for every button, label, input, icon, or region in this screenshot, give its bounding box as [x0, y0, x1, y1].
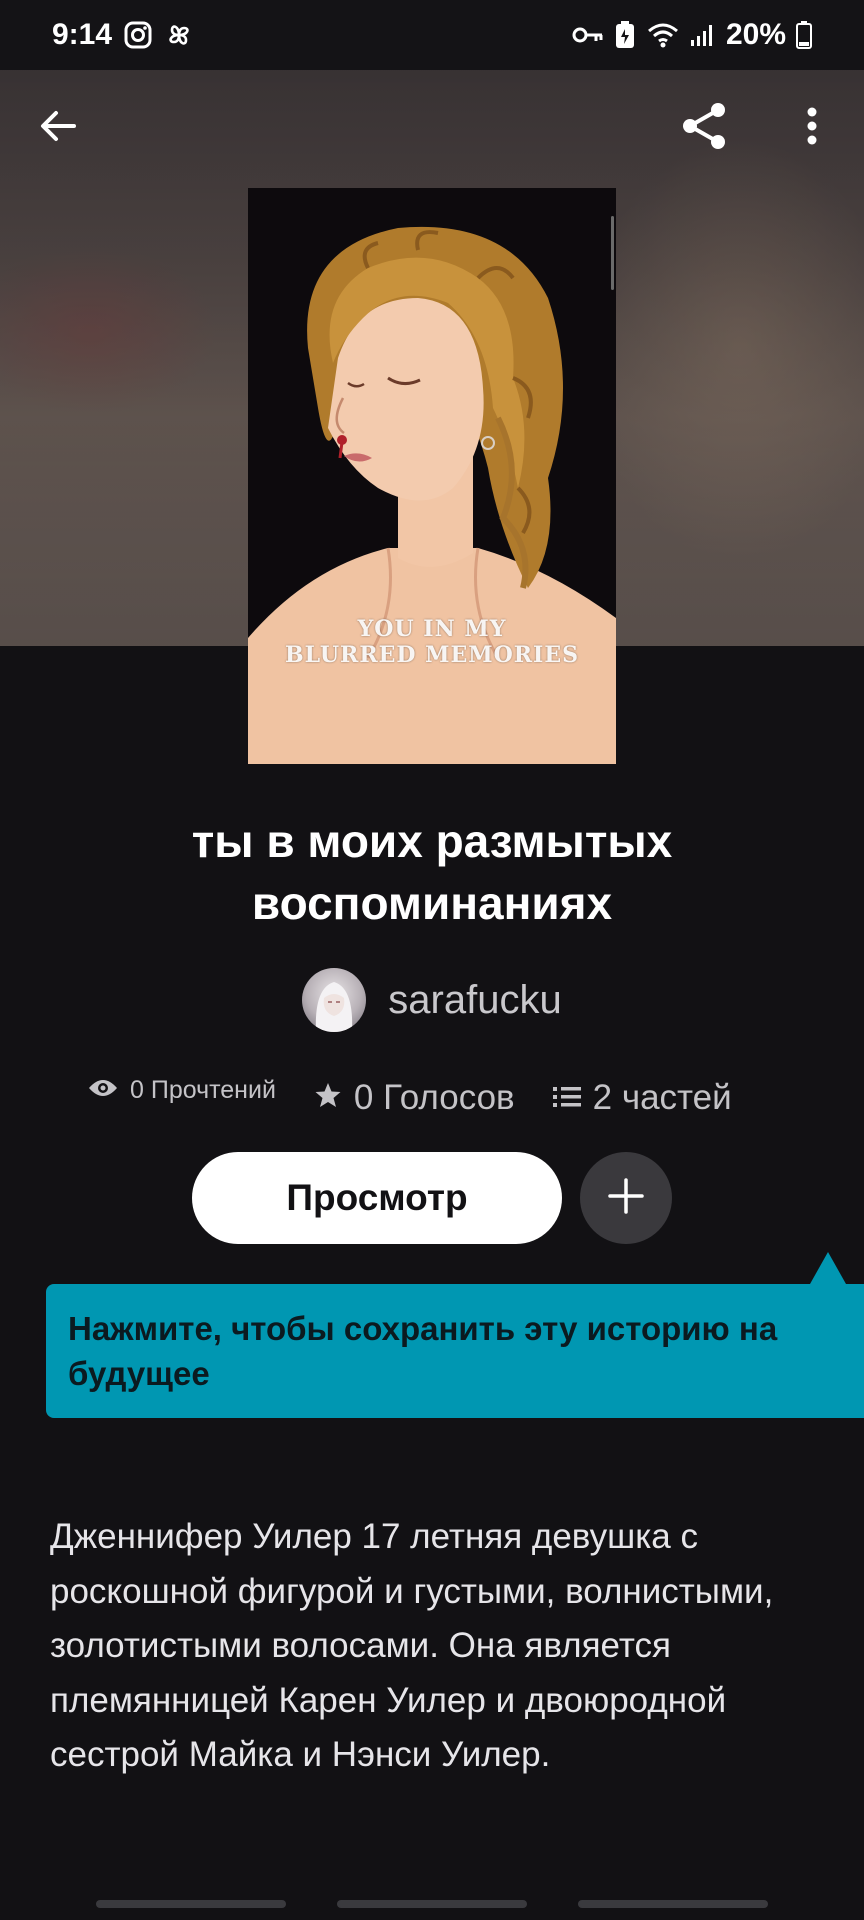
- instagram-icon: [124, 21, 152, 49]
- cover-title-text: YOU IN MY BLURRED MEMORIES: [285, 616, 579, 668]
- more-vertical-icon: [806, 106, 818, 151]
- votes-stat: 0 Голосов: [314, 1078, 515, 1118]
- pinwheel-icon: [164, 20, 194, 50]
- cover-scroll-indicator: [611, 216, 614, 290]
- read-button[interactable]: Просмотр: [192, 1152, 562, 1244]
- votes-count: 0 Голосов: [353, 1078, 515, 1117]
- story-stats: 0 Прочтений 0 Голосов 2 частей: [88, 1068, 804, 1128]
- reads-stat: 0 Прочтений: [88, 1076, 276, 1105]
- plus-icon: [608, 1177, 644, 1219]
- back-arrow-icon: [38, 106, 78, 151]
- bottom-handle: [578, 1900, 768, 1908]
- reads-count: 0 Прочтений: [130, 1075, 276, 1104]
- add-to-library-button[interactable]: [580, 1152, 672, 1244]
- avatar[interactable]: [302, 968, 367, 1032]
- story-description: Дженнифер Уилер 17 летняя девушка с роск…: [50, 1517, 774, 1774]
- signal-icon: [690, 22, 716, 48]
- status-bar: 9:14 20%: [0, 0, 864, 70]
- status-time: 9:14: [52, 18, 113, 51]
- parts-stat: 2 частей: [552, 1078, 732, 1118]
- author-name[interactable]: sarafucku: [388, 978, 561, 1023]
- save-story-tooltip[interactable]: Нажмите, чтобы сохранить эту историю на …: [46, 1284, 864, 1418]
- battery-icon: [796, 21, 812, 49]
- star-icon: [314, 1078, 342, 1118]
- more-options-button[interactable]: [780, 96, 844, 160]
- story-details-screen: 9:14 20% YOU IN MY BLURRED MEMORIES ты в…: [0, 0, 864, 1920]
- back-button[interactable]: [26, 96, 90, 160]
- wifi-icon: [646, 21, 680, 49]
- story-cover-image[interactable]: YOU IN MY BLURRED MEMORIES: [248, 188, 616, 764]
- battery-percent: 20%: [725, 18, 786, 51]
- bottom-handle: [337, 1900, 527, 1908]
- cover-illustration: [248, 226, 616, 764]
- tooltip-arrow: [810, 1252, 846, 1284]
- bottom-handle: [96, 1900, 286, 1908]
- author-row[interactable]: sarafucku: [0, 968, 864, 1032]
- key-icon: [572, 25, 604, 45]
- story-title: ты в моих размытых воспоминаниях: [191, 815, 673, 929]
- parts-count: 2 частей: [592, 1078, 732, 1117]
- share-icon: [678, 100, 730, 157]
- battery-saver-icon: [614, 20, 636, 50]
- eye-icon: [88, 1076, 118, 1105]
- share-button[interactable]: [672, 96, 736, 160]
- list-icon: [552, 1078, 581, 1118]
